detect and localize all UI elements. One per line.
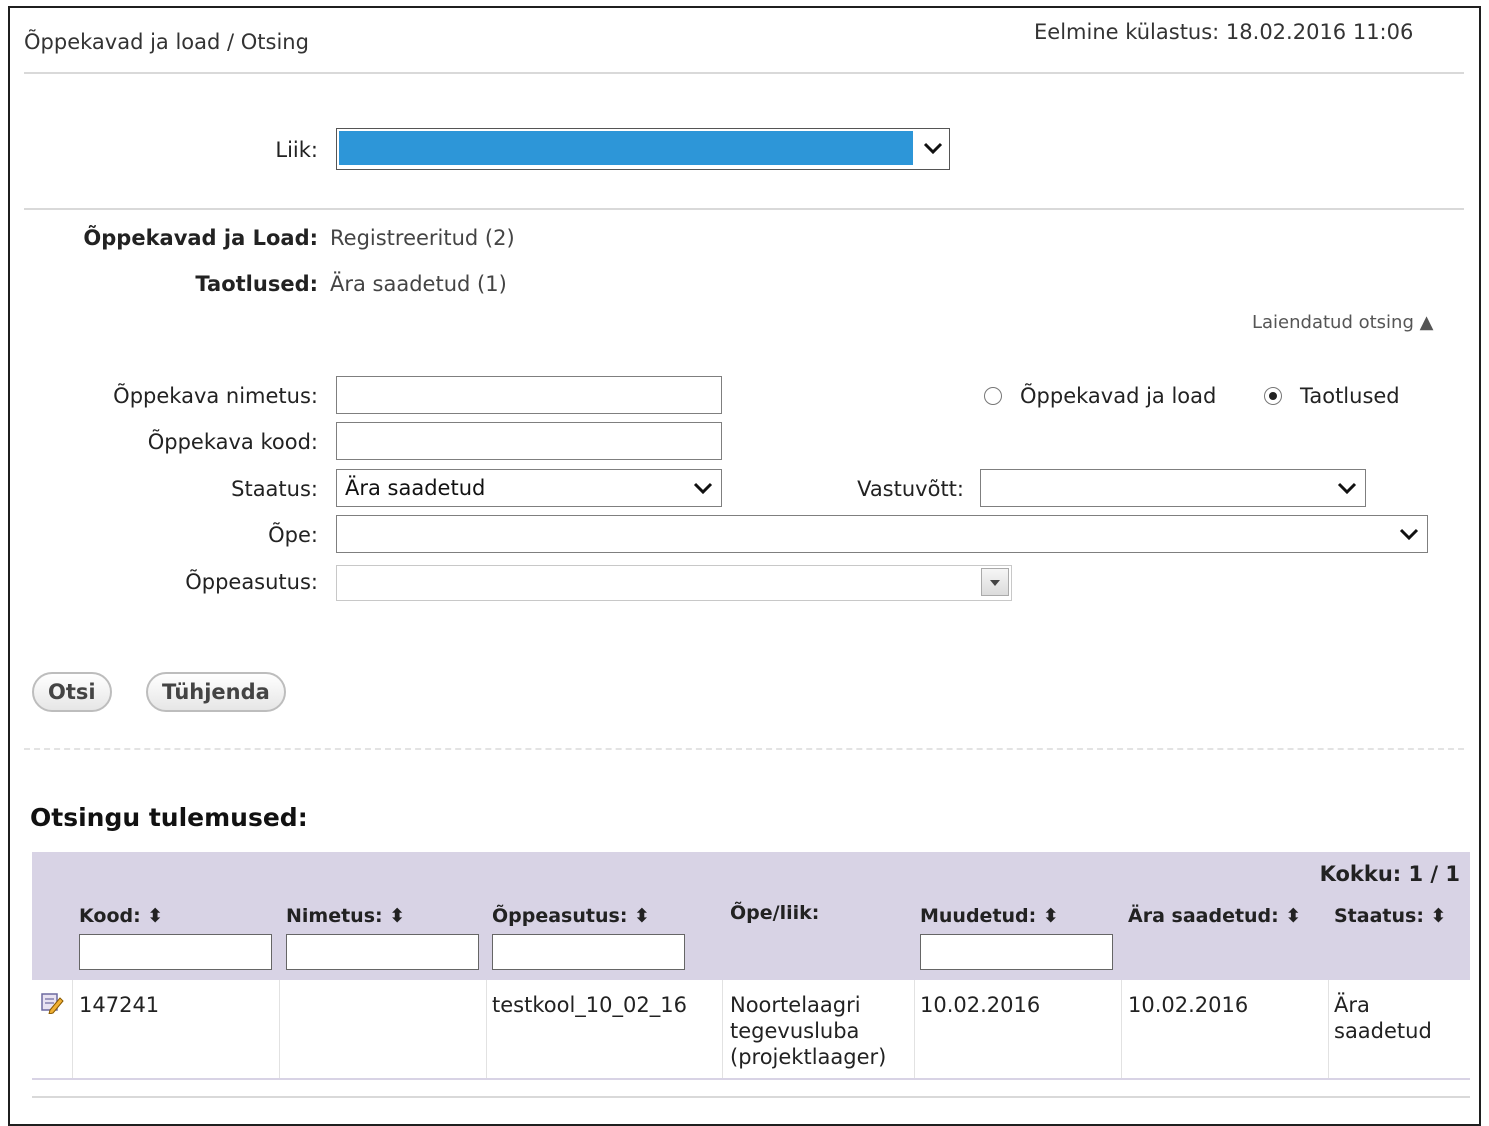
cell-kood: 147241 [79, 993, 160, 1017]
filter-kood-input[interactable] [79, 934, 272, 970]
curricula-summary-link[interactable]: Registreeritud (2) [330, 226, 515, 250]
study-select[interactable] [336, 515, 1428, 553]
column-header-nimetus[interactable]: Nimetus: ⬍ [286, 905, 405, 927]
radio-applications-label[interactable]: Taotlused [1300, 384, 1400, 408]
column-header-muudetud[interactable]: Muudetud: ⬍ [920, 905, 1059, 927]
results-title: Otsingu tulemused: [30, 803, 308, 832]
filter-oppeasutus-input[interactable] [492, 934, 685, 970]
chevron-down-icon [923, 142, 943, 155]
footer-divider [32, 1096, 1470, 1098]
column-header-ara-saadetud[interactable]: Ära saadetud: ⬍ [1128, 905, 1301, 927]
name-label: Õppekava nimetus: [113, 384, 318, 408]
results-divider [24, 748, 1464, 750]
search-button[interactable]: Otsi [32, 672, 112, 712]
type-label: Liik: [275, 138, 318, 162]
chevron-down-icon [693, 482, 713, 495]
chevron-down-icon [1399, 528, 1419, 541]
code-input[interactable] [336, 422, 722, 460]
breadcrumb[interactable]: Õppekavad ja load / Otsing [24, 30, 309, 54]
column-header-staatus[interactable]: Staatus: ⬍ [1334, 905, 1446, 927]
results-table-header: Kokku: 1 / 1 Kood: ⬍ Nimetus: ⬍ Õppeasut… [32, 852, 1470, 980]
cell-muudetud: 10.02.2016 [920, 993, 1041, 1017]
edit-icon[interactable] [40, 992, 64, 1014]
institution-label: Õppeasutus: [185, 570, 318, 594]
filter-muudetud-input[interactable] [920, 934, 1113, 970]
cell-ara-saadetud: 10.02.2016 [1128, 993, 1249, 1017]
filter-divider [24, 208, 1464, 210]
advanced-search-toggle[interactable]: Laiendatud otsing ▲ [1252, 312, 1433, 333]
radio-applications[interactable] [1264, 387, 1282, 405]
column-header-kood[interactable]: Kood: ⬍ [79, 905, 163, 927]
header-divider [24, 72, 1464, 74]
study-label: Õpe: [268, 523, 318, 547]
name-input[interactable] [336, 376, 722, 414]
applications-summary-label: Taotlused: [195, 272, 318, 296]
admission-select[interactable] [980, 469, 1366, 507]
table-row[interactable]: 147241 testkool_10_02_16 Noortelaagri te… [32, 980, 1470, 1080]
applications-summary-link[interactable]: Ära saadetud (1) [330, 272, 507, 296]
status-select-value: Ära saadetud [345, 476, 486, 500]
type-select-highlight [339, 131, 913, 165]
clear-button[interactable]: Tühjenda [146, 672, 286, 712]
admission-label: Vastuvõtt: [857, 477, 964, 501]
status-select[interactable]: Ära saadetud [336, 469, 722, 507]
radio-curricula[interactable] [984, 387, 1002, 405]
column-header-oppeasutus[interactable]: Õppeasutus: ⬍ [492, 905, 650, 927]
radio-curricula-label[interactable]: Õppekavad ja load [1020, 384, 1216, 408]
status-label: Staatus: [231, 477, 318, 501]
cell-staatus: Ära saadetud [1334, 993, 1432, 1043]
curricula-summary-label: Õppekavad ja Load: [83, 226, 318, 250]
cell-ope-liik: Noortelaagri tegevusluba (projektlaager) [730, 993, 887, 1069]
type-select[interactable] [336, 128, 950, 170]
column-header-ope-liik: Õpe/liik: [730, 902, 820, 924]
last-visit: Eelmine külastus: 18.02.2016 11:06 [1034, 20, 1414, 44]
filter-nimetus-input[interactable] [286, 934, 479, 970]
code-label: Õppekava kood: [147, 430, 318, 454]
combobox-dropdown-icon[interactable] [981, 568, 1009, 596]
cell-oppeasutus: testkool_10_02_16 [492, 993, 687, 1017]
chevron-down-icon [1337, 482, 1357, 495]
results-total: Kokku: 1 / 1 [1319, 862, 1460, 886]
institution-combobox[interactable] [336, 565, 1012, 601]
